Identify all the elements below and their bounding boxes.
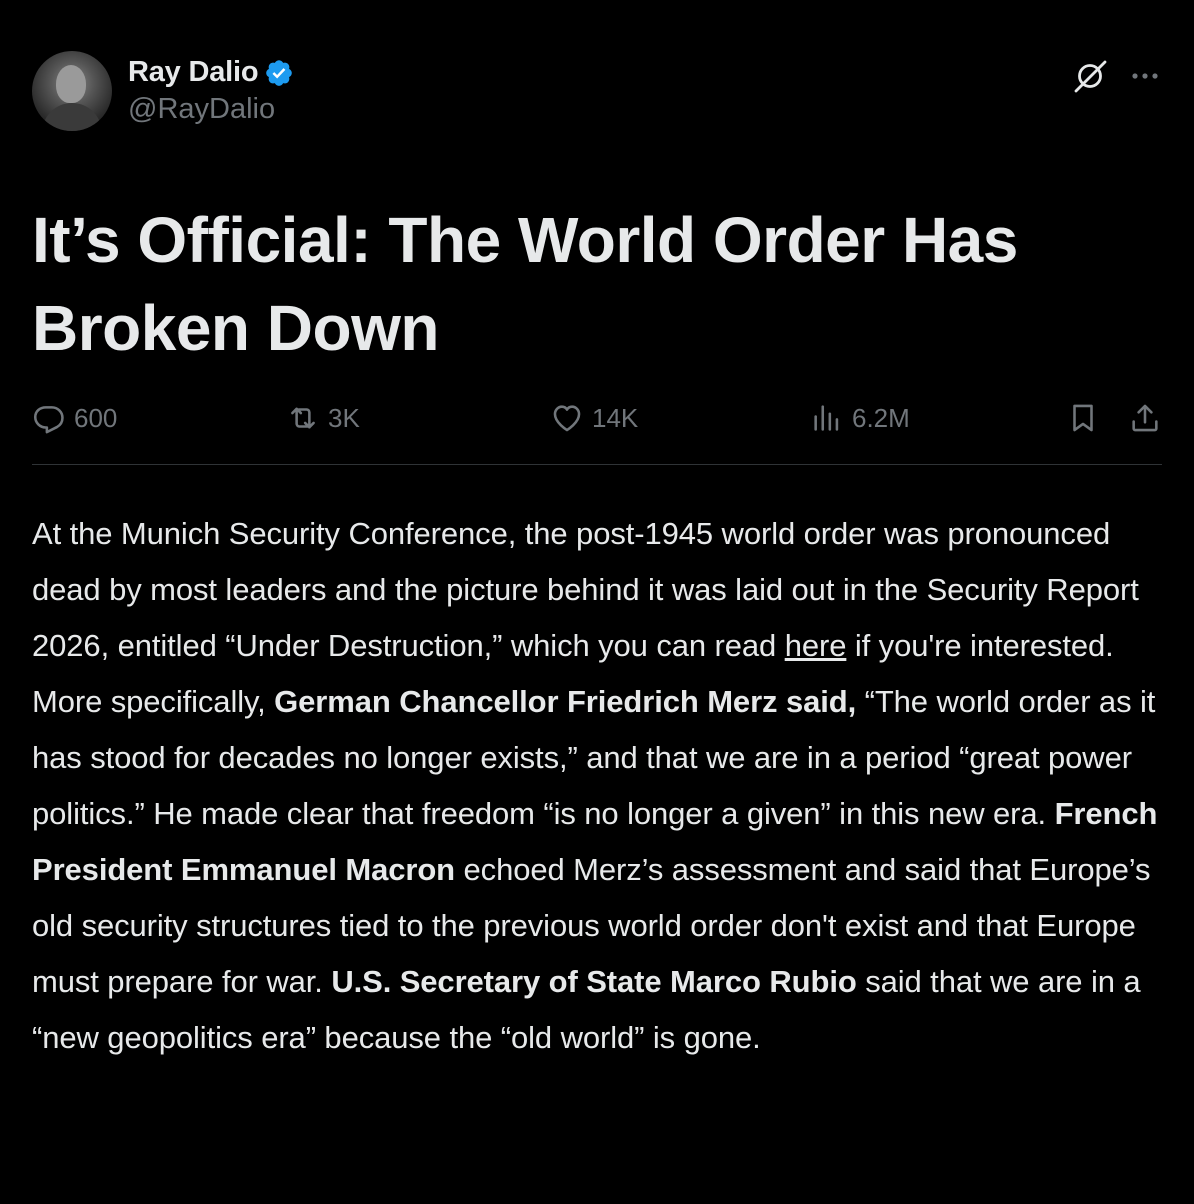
repost-icon <box>291 407 315 429</box>
engagement-bar: 600 3K 14K 6.2M <box>32 395 1162 441</box>
heart-icon <box>553 405 581 432</box>
article-bold-text: U.S. Secretary of State Marco Rubio <box>331 964 857 999</box>
more-options-icon[interactable] <box>1128 59 1162 93</box>
views-button[interactable]: 6.2M <box>810 395 910 441</box>
grok-icon[interactable] <box>1070 56 1110 96</box>
share-icon <box>1132 404 1158 432</box>
report-link[interactable]: here <box>785 628 847 663</box>
verified-badge-icon <box>266 59 293 86</box>
views-icon <box>814 405 839 431</box>
avatar-head <box>56 65 86 103</box>
like-count: 14K <box>592 402 639 433</box>
reply-count: 600 <box>74 402 118 433</box>
author-name-row: Ray Dalio <box>128 56 294 89</box>
divider <box>32 464 1162 465</box>
article-body: At the Munich Security Conference, the p… <box>32 506 1166 1066</box>
post-page: Ray Dalio @RayDalio It’s Official: The W… <box>0 0 1194 1204</box>
repost-count: 3K <box>328 402 360 433</box>
article-title: It’s Official: The World Order Has Broke… <box>32 204 1018 364</box>
author-handle[interactable]: @RayDalio <box>128 93 294 126</box>
share-button[interactable] <box>1128 395 1162 441</box>
post-header: Ray Dalio @RayDalio <box>32 50 1162 132</box>
header-actions <box>1070 56 1162 96</box>
author-display-name[interactable]: Ray Dalio <box>128 56 259 89</box>
author-info: Ray Dalio @RayDalio <box>128 56 294 126</box>
reply-icon <box>33 406 64 434</box>
reply-button[interactable]: 600 <box>32 395 117 441</box>
repost-button[interactable]: 3K <box>286 395 360 441</box>
like-button[interactable]: 14K <box>550 395 638 441</box>
view-count: 6.2M <box>852 402 910 433</box>
avatar-body <box>42 103 102 131</box>
bookmark-button[interactable] <box>1066 395 1100 441</box>
article-bold-text: German Chancellor Friedrich Merz said, <box>274 684 857 719</box>
avatar[interactable] <box>32 51 112 131</box>
bookmark-icon <box>1073 404 1093 432</box>
